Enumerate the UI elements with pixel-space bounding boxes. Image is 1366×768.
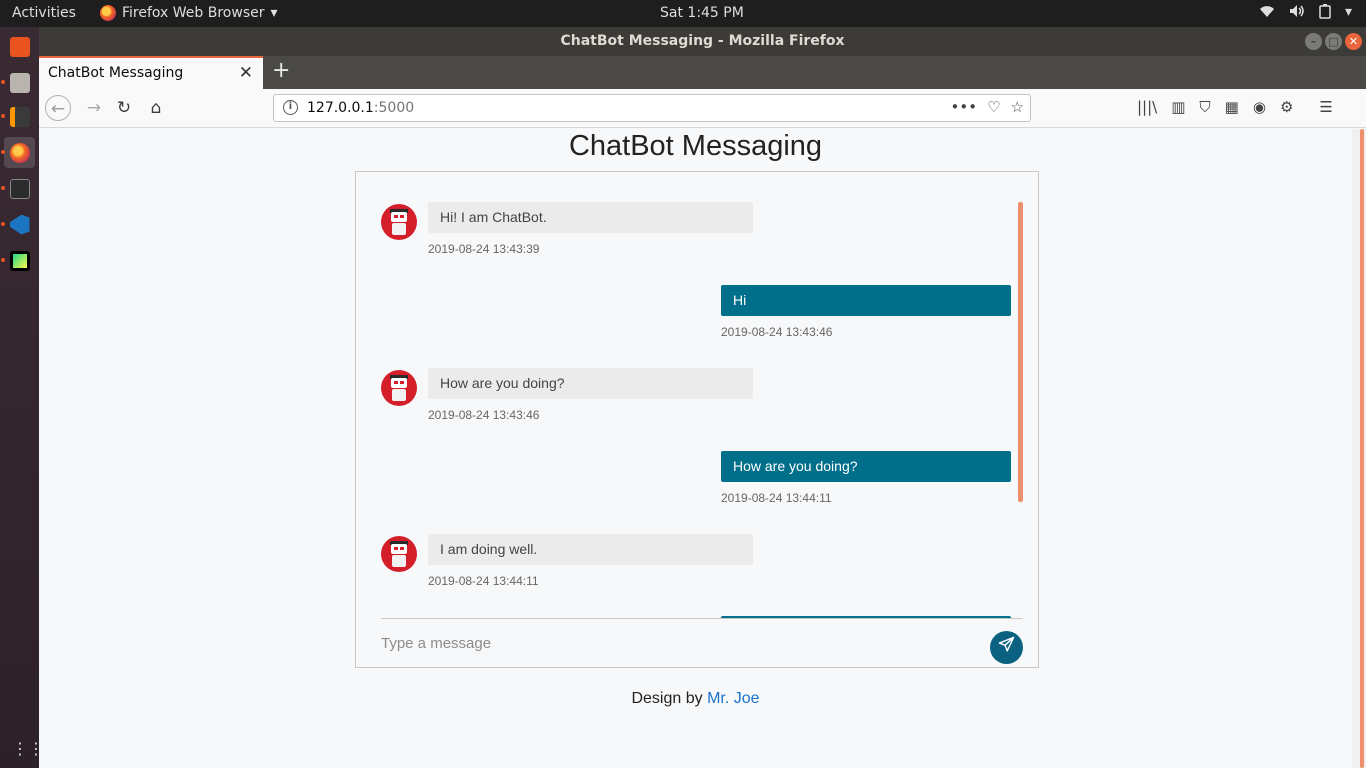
tab-bar: ChatBot Messaging ✕ +: [39, 56, 1366, 89]
extension-icon[interactable]: ▦: [1225, 98, 1239, 116]
compose-area: [381, 618, 1023, 668]
message-timestamp: 2019-08-24 13:43:39: [428, 242, 540, 256]
wifi-icon[interactable]: [1259, 4, 1275, 23]
menu-icon[interactable]: ☰: [1319, 98, 1332, 116]
library-icon[interactable]: |||\: [1137, 98, 1157, 116]
maximize-icon[interactable]: □: [1325, 33, 1342, 50]
clock[interactable]: Sat 1:45 PM: [660, 5, 744, 21]
tab-label: ChatBot Messaging: [48, 65, 184, 81]
minimize-icon[interactable]: –: [1305, 33, 1322, 50]
account-icon[interactable]: ◉: [1253, 98, 1266, 116]
bot-avatar: [381, 536, 417, 572]
app-menu-label: Firefox Web Browser: [122, 5, 265, 21]
window-title-bar: ChatBot Messaging - Mozilla Firefox – □ …: [39, 27, 1366, 56]
pycharm-icon[interactable]: [1, 245, 35, 276]
chat-scrollbar[interactable]: [1018, 202, 1023, 502]
url-text[interactable]: 127.0.0.1:5000: [307, 100, 414, 116]
navigation-toolbar: ← → ↻ ⌂ i 127.0.0.1:5000 ••• ♡ ☆ |||\ ▥ …: [39, 89, 1366, 128]
chevron-down-icon: ▾: [270, 5, 278, 21]
back-icon[interactable]: ←: [45, 95, 71, 121]
address-bar[interactable]: i 127.0.0.1:5000 ••• ♡ ☆: [273, 94, 1031, 122]
author-link[interactable]: Mr. Joe: [707, 690, 759, 707]
terminal-icon[interactable]: [1, 173, 35, 204]
page-actions-icon[interactable]: •••: [951, 98, 978, 116]
message-timestamp: 2019-08-24 13:43:46: [428, 408, 540, 422]
footer: Design by Mr. Joe: [39, 690, 1352, 708]
send-icon: [998, 636, 1015, 652]
power-menu-icon[interactable]: ▾: [1345, 4, 1352, 23]
window-title: ChatBot Messaging - Mozilla Firefox: [560, 33, 845, 49]
page-scrollbar[interactable]: [1352, 129, 1366, 768]
close-tab-icon[interactable]: ✕: [239, 63, 253, 83]
page-title: ChatBot Messaging: [568, 130, 823, 162]
bookmark-star-icon[interactable]: ☆: [1011, 98, 1024, 116]
message-bubble: I am doing well.: [428, 534, 753, 565]
reload-icon[interactable]: ↻: [111, 95, 137, 121]
vscode-icon[interactable]: [1, 209, 35, 240]
firefox-icon: [100, 5, 116, 21]
battery-icon[interactable]: [1319, 4, 1331, 23]
message-timestamp: 2019-08-24 13:43:46: [721, 325, 833, 339]
sidebar-icon[interactable]: ▥: [1171, 98, 1185, 116]
new-tab-icon[interactable]: +: [272, 58, 290, 83]
tab-chatbot-messaging[interactable]: ChatBot Messaging ✕: [39, 56, 263, 89]
forward-icon[interactable]: →: [81, 95, 107, 121]
bot-avatar: [381, 204, 417, 240]
extension-shield-icon[interactable]: ⛉: [1199, 98, 1210, 116]
page-content: ChatBot Messaging Hi! I am ChatBot. 2019…: [39, 129, 1352, 768]
message-bubble: How are you doing?: [428, 368, 753, 399]
site-info-icon[interactable]: i: [283, 100, 298, 115]
message-timestamp: 2019-08-24 13:44:11: [428, 574, 539, 588]
launcher-dock: ⋮⋮⋮: [0, 27, 60, 768]
volume-icon[interactable]: [1289, 4, 1305, 23]
message-list[interactable]: Hi! I am ChatBot. 2019-08-24 13:43:39 Hi…: [381, 200, 1023, 618]
show-applications-icon[interactable]: ⋮⋮⋮: [12, 741, 60, 757]
system-tray[interactable]: ▾: [1259, 4, 1352, 23]
message-timestamp: 2019-08-24 13:44:11: [721, 491, 832, 505]
app-menu[interactable]: Firefox Web Browser ▾: [100, 5, 278, 21]
firefox-icon[interactable]: [1, 137, 35, 168]
bot-avatar: [381, 370, 417, 406]
close-window-icon[interactable]: ✕: [1345, 33, 1362, 50]
gnome-top-bar: Activities Firefox Web Browser ▾ Sat 1:4…: [0, 0, 1366, 27]
chat-container: Hi! I am ChatBot. 2019-08-24 13:43:39 Hi…: [355, 171, 1039, 668]
home-icon[interactable]: ⌂: [143, 95, 169, 121]
extension-gear-icon[interactable]: ⚙: [1280, 98, 1293, 116]
pocket-icon[interactable]: ♡: [987, 98, 1000, 116]
message-bubble: Hi! I am ChatBot.: [428, 202, 753, 233]
footer-text: Design by: [631, 690, 708, 707]
message-input[interactable]: [381, 629, 971, 657]
files-icon[interactable]: [1, 67, 35, 98]
send-button[interactable]: [990, 631, 1023, 664]
message-bubble: How are you doing?: [721, 451, 1011, 482]
activities-button[interactable]: Activities: [12, 5, 76, 21]
message-bubble: Hi: [721, 285, 1011, 316]
ubuntu-software-icon[interactable]: [4, 31, 35, 62]
sublime-text-icon[interactable]: [1, 101, 35, 132]
